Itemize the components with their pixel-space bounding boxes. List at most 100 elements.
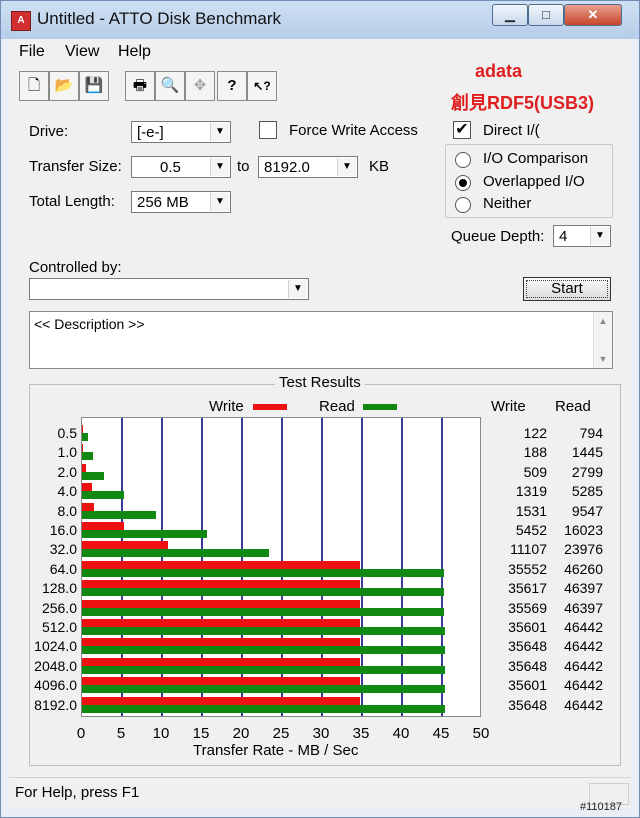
- menu-help[interactable]: Help: [118, 43, 151, 61]
- title-bar[interactable]: A Untitled - ATTO Disk Benchmark ▁ □ ✕: [1, 1, 639, 39]
- status-bar: For Help, press F1: [9, 777, 631, 808]
- direct-io-checkbox[interactable]: ✔: [453, 121, 471, 139]
- controlled-by-select[interactable]: ▼: [29, 278, 309, 300]
- write-value: 188: [523, 444, 547, 461]
- print-icon[interactable]: 🖶: [125, 71, 155, 101]
- start-button[interactable]: Start: [523, 277, 611, 301]
- x-tick-label: 10: [152, 725, 170, 742]
- row-label: 2048.0: [34, 657, 77, 674]
- row-label: 0.5: [57, 425, 77, 441]
- row-label: 8.0: [57, 502, 77, 519]
- total-length-select[interactable]: 256 MB ▼: [131, 191, 231, 213]
- write-value: 35552: [508, 560, 547, 577]
- menu-view[interactable]: View: [65, 43, 99, 61]
- queue-depth-label: Queue Depth:: [451, 228, 545, 245]
- window-title: Untitled - ATTO Disk Benchmark: [37, 9, 282, 28]
- write-bar: [82, 463, 86, 472]
- to-label: to: [237, 158, 250, 175]
- read-value: 46397: [564, 580, 603, 597]
- force-write-checkbox[interactable]: [259, 121, 277, 139]
- row-label: 4096.0: [34, 677, 77, 694]
- row-label: 1.0: [57, 444, 77, 461]
- move-icon[interactable]: ✥: [185, 71, 215, 101]
- chevron-down-icon: ▼: [288, 280, 307, 298]
- x-tick-label: 5: [116, 725, 126, 742]
- read-bar: [82, 588, 445, 597]
- io-comparison-label: I/O Comparison: [483, 150, 589, 167]
- chevron-down-icon: ▼: [337, 158, 356, 176]
- write-bar: [82, 619, 361, 627]
- transfer-size-to-value: 8192.0: [264, 159, 310, 176]
- write-value: 35648: [508, 638, 547, 655]
- read-value: 1445: [571, 444, 603, 461]
- x-tick-label: 30: [312, 725, 330, 742]
- write-bar: [82, 677, 361, 686]
- minimize-button[interactable]: ▁: [492, 4, 528, 26]
- print-preview-icon[interactable]: 🔍: [155, 71, 185, 101]
- write-value: 11107: [510, 541, 547, 558]
- x-tick-label: 50: [472, 725, 490, 742]
- write-value: 35601: [508, 619, 547, 635]
- read-bar: [82, 607, 445, 616]
- read-value: 46397: [564, 599, 603, 616]
- transfer-size-to-select[interactable]: 8192.0 ▼: [258, 156, 358, 178]
- write-bar: [82, 444, 84, 453]
- chevron-down-icon: ▼: [590, 227, 609, 245]
- save-icon[interactable]: 💾: [79, 71, 109, 101]
- close-button[interactable]: ✕: [564, 4, 622, 26]
- neither-radio[interactable]: [455, 197, 471, 213]
- legend-write-swatch: [253, 404, 287, 410]
- row-label: 8192.0: [34, 696, 77, 713]
- row-label: 16.0: [49, 522, 77, 538]
- io-comparison-radio[interactable]: [455, 152, 471, 168]
- drive-select[interactable]: [-e-] ▼: [131, 121, 231, 143]
- legend-read-swatch: [363, 404, 397, 410]
- read-bar: [82, 491, 124, 500]
- queue-depth-select[interactable]: 4 ▼: [553, 225, 611, 247]
- scroll-down-icon[interactable]: ▼: [594, 350, 612, 368]
- help-icon[interactable]: ?: [217, 71, 247, 101]
- read-bar: [82, 452, 94, 461]
- read-value: 794: [579, 425, 603, 441]
- chevron-down-icon: ▼: [210, 123, 229, 141]
- write-value: 509: [523, 463, 547, 480]
- chart-title: Test Results: [275, 374, 365, 391]
- read-value: 23976: [564, 541, 603, 558]
- open-folder-icon[interactable]: 📂: [49, 71, 79, 101]
- overlapped-io-radio[interactable]: [455, 175, 471, 191]
- write-value: 35648: [508, 657, 547, 674]
- write-bar: [82, 541, 169, 550]
- legend-write-label: Write: [209, 398, 244, 415]
- direct-io-label: Direct I/(: [483, 122, 540, 139]
- scroll-up-icon[interactable]: ▲: [594, 312, 612, 330]
- read-bar: [82, 665, 446, 674]
- row-label: 512.0: [41, 619, 77, 635]
- write-bar: [82, 638, 361, 647]
- write-bar: [82, 599, 360, 608]
- write-bar: [82, 580, 361, 589]
- menu-file[interactable]: File: [19, 43, 45, 61]
- io-options-group: I/O Comparison Overlapped I/O Neither: [445, 144, 613, 218]
- read-bar: [82, 433, 89, 441]
- column-header-write: Write: [491, 398, 526, 415]
- new-document-icon[interactable]: 🗋: [19, 71, 49, 101]
- force-write-label: Force Write Access: [289, 122, 418, 139]
- write-bar: [82, 502, 94, 511]
- write-bar: [82, 522, 125, 530]
- read-value: 46260: [564, 560, 603, 577]
- description-scrollbar[interactable]: ▲ ▼: [593, 312, 612, 368]
- read-value: 46442: [564, 657, 603, 674]
- x-tick-label: 20: [232, 725, 250, 742]
- read-bar: [82, 471, 104, 480]
- read-value: 9547: [571, 502, 603, 519]
- transfer-size-from-select[interactable]: 0.5 ▼: [131, 156, 231, 178]
- row-label: 1024.0: [34, 638, 77, 655]
- maximize-button[interactable]: □: [528, 4, 564, 26]
- context-help-icon[interactable]: ↖?: [247, 71, 277, 101]
- watermark-line-1: adata: [475, 61, 523, 81]
- read-bar: [82, 549, 270, 558]
- description-textarea[interactable]: << Description >> ▲ ▼: [29, 311, 613, 369]
- row-label: 4.0: [57, 483, 77, 500]
- column-header-read: Read: [555, 398, 591, 415]
- read-bar: [82, 646, 446, 655]
